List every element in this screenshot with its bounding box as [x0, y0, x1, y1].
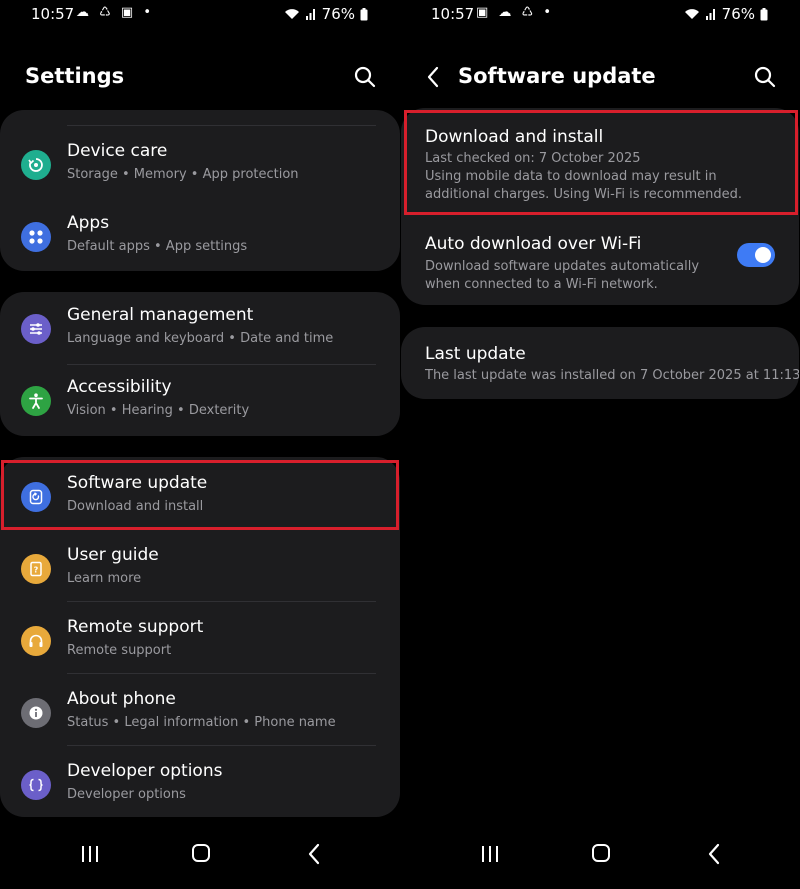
- divider: [67, 673, 376, 674]
- status-bar: 10:57 ☁ ♺ ▣ • 76%: [0, 0, 400, 30]
- status-right: 76%: [284, 5, 368, 23]
- settings-item-about-phone[interactable]: About phone Status • Legal information •…: [0, 676, 400, 748]
- wifi-icon: [684, 9, 699, 19]
- auto-download-item[interactable]: Auto download over Wi-Fi Download softwa…: [401, 223, 799, 305]
- mobile-data-note: Using mobile data to download may result…: [425, 169, 742, 202]
- page-title: Software update: [458, 64, 656, 88]
- item-title: General management: [67, 305, 254, 325]
- settings-item-user-guide[interactable]: ? User guide Learn more: [0, 532, 400, 604]
- item-subtitle: Remote support: [67, 643, 172, 658]
- item-subtitle: Learn more: [67, 571, 142, 586]
- item-subtitle: Vision • Hearing • Dexterity: [67, 403, 250, 418]
- last-update-subtitle: The last update was installed on 7 Octob…: [425, 368, 799, 383]
- toggle-knob: [755, 247, 771, 263]
- item-subtitle: Status • Legal information • Phone name: [67, 715, 336, 730]
- headset-icon: [21, 626, 51, 656]
- back-nav-icon[interactable]: [306, 843, 322, 865]
- developer-icon: [21, 770, 51, 800]
- signal-icon: [305, 9, 315, 20]
- divider: [67, 601, 376, 602]
- item-title: Developer options: [67, 761, 223, 781]
- download-title: Download and install: [425, 127, 604, 147]
- divider: [67, 745, 376, 746]
- item-title: Apps: [67, 213, 110, 233]
- auto-download-toggle[interactable]: [737, 243, 775, 267]
- battery-icon: [360, 7, 368, 20]
- wifi-icon: [284, 9, 299, 19]
- back-nav-icon[interactable]: [706, 843, 722, 865]
- settings-item-general-management[interactable]: General management Language and keyboard…: [0, 292, 400, 364]
- svg-text:?: ?: [34, 566, 39, 575]
- battery-icon: [760, 7, 768, 20]
- settings-item-device-care[interactable]: Device care Storage • Memory • App prote…: [0, 128, 400, 200]
- user-guide-icon: ?: [21, 554, 51, 584]
- last-update-title: Last update: [425, 344, 526, 364]
- settings-item-accessibility[interactable]: Accessibility Vision • Hearing • Dexteri…: [0, 364, 400, 436]
- status-time: 10:57: [431, 5, 475, 23]
- update-options-card: Download and install Last checked on: 7 …: [401, 108, 799, 305]
- status-right: 76%: [684, 5, 768, 23]
- search-icon[interactable]: [752, 64, 778, 90]
- settings-group-3: Software update Download and install ? U…: [0, 457, 400, 817]
- battery-percent: 76%: [721, 5, 755, 23]
- navigation-bar: [400, 829, 800, 889]
- item-subtitle: Language and keyboard • Date and time: [67, 331, 334, 346]
- item-title: About phone: [67, 689, 176, 709]
- item-title: Accessibility: [67, 377, 172, 397]
- last-checked-text: Last checked on: 7 October 2025: [425, 151, 641, 166]
- item-title: Software update: [67, 473, 208, 493]
- settings-item-apps[interactable]: Apps Default apps • App settings: [0, 200, 400, 271]
- recent-apps-icon[interactable]: [80, 845, 100, 863]
- item-title: User guide: [67, 545, 159, 565]
- info-icon: [21, 698, 51, 728]
- settings-item-software-update[interactable]: Software update Download and install: [0, 460, 400, 532]
- sliders-icon: [21, 314, 51, 344]
- status-bar: 10:57 ▣ ☁ ♺ • 76%: [400, 0, 800, 30]
- settings-group-2: General management Language and keyboard…: [0, 292, 400, 436]
- item-subtitle: Download and install: [67, 499, 204, 514]
- notification-icons: ☁ ♺ ▣ •: [76, 5, 155, 20]
- item-subtitle: Storage • Memory • App protection: [67, 167, 299, 182]
- last-update-card[interactable]: Last update The last update was installe…: [401, 327, 799, 399]
- notification-icons: ▣ ☁ ♺ •: [476, 5, 555, 20]
- item-title: Remote support: [67, 617, 204, 637]
- search-icon[interactable]: [352, 64, 378, 90]
- auto-download-subtitle: Download software updates automatically …: [425, 259, 700, 292]
- download-and-install-item[interactable]: Download and install Last checked on: 7 …: [401, 108, 799, 216]
- settings-item-remote-support[interactable]: Remote support Remote support: [0, 604, 400, 676]
- status-time: 10:57: [31, 5, 75, 23]
- app-bar: Software update: [400, 58, 800, 98]
- software-update-icon: [21, 482, 51, 512]
- device-care-icon: [21, 150, 51, 180]
- settings-group-1: Device care Storage • Memory • App prote…: [0, 110, 400, 271]
- software-update-screen: 10:57 ▣ ☁ ♺ • 76% Software update Downlo…: [400, 0, 800, 889]
- home-icon[interactable]: [592, 844, 610, 862]
- signal-icon: [705, 9, 715, 20]
- back-arrow-icon[interactable]: [422, 64, 446, 90]
- item-title: Device care: [67, 141, 168, 161]
- apps-icon: [21, 222, 51, 252]
- item-subtitle: Developer options: [67, 787, 186, 802]
- accessibility-icon: [21, 386, 51, 416]
- page-title: Settings: [25, 64, 125, 88]
- item-subtitle: Default apps • App settings: [67, 239, 248, 254]
- recent-apps-icon[interactable]: [480, 845, 500, 863]
- home-icon[interactable]: [192, 844, 210, 862]
- auto-download-title: Auto download over Wi-Fi: [425, 234, 642, 254]
- settings-item-developer-options[interactable]: Developer options Developer options: [0, 748, 400, 817]
- battery-percent: 76%: [321, 5, 355, 23]
- app-bar: Settings: [0, 58, 400, 98]
- settings-screen: 10:57 ☁ ♺ ▣ • 76% Settings Device care S…: [0, 0, 400, 889]
- divider: [67, 125, 376, 126]
- navigation-bar: [0, 829, 400, 889]
